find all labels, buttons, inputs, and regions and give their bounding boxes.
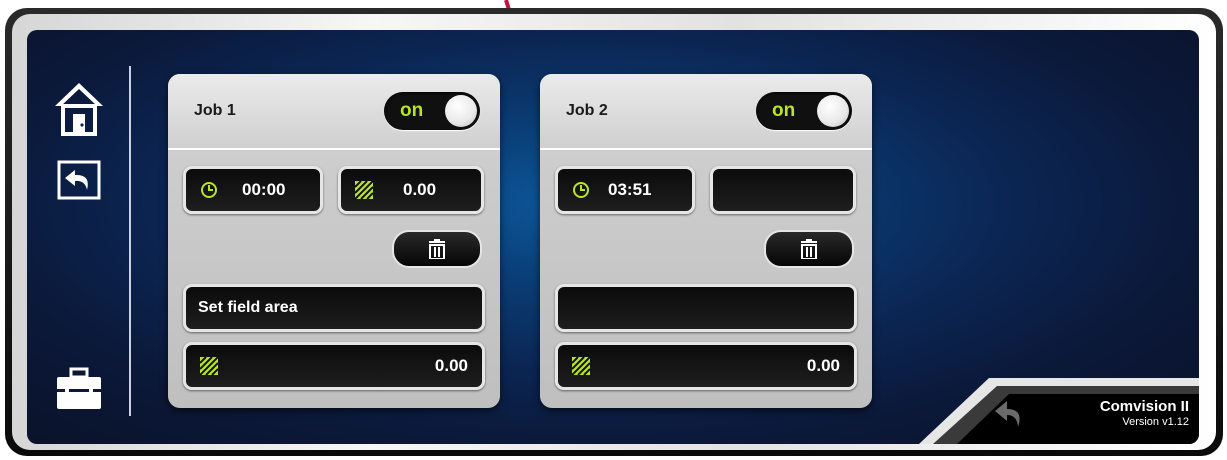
job-card-1: Job 1 on 00:00 0.00 Set field area 0.00 xyxy=(168,74,500,408)
job-area-display[interactable] xyxy=(710,166,856,214)
corner-back-arrow-icon[interactable] xyxy=(987,395,1031,435)
job-time-display[interactable]: 03:51 xyxy=(555,166,695,214)
main-screen: Job 1 on 00:00 0.00 Set field area 0.00 … xyxy=(27,30,1199,444)
home-icon[interactable] xyxy=(53,80,105,136)
job-title: Job 1 xyxy=(194,102,236,119)
field-area-button[interactable]: Set field area xyxy=(183,284,485,332)
clock-icon xyxy=(573,182,589,198)
toggle-knob xyxy=(445,95,477,127)
job-toggle[interactable]: on xyxy=(756,92,852,130)
job-time-display[interactable]: 00:00 xyxy=(183,166,323,214)
job-card-header: Job 1 on xyxy=(168,74,500,150)
job-card-2: Job 2 on 03:51 0.00 xyxy=(540,74,872,408)
toggle-label: on xyxy=(400,100,424,121)
job-title: Job 2 xyxy=(566,102,608,119)
field-area-label: Set field area xyxy=(198,299,298,316)
back-arrow-icon[interactable] xyxy=(57,160,101,200)
brand-name: Comvision II xyxy=(1099,398,1189,415)
total-area-display[interactable]: 0.00 xyxy=(555,342,857,390)
job-area-value: 0.00 xyxy=(403,180,437,199)
nav-divider xyxy=(129,66,131,416)
total-area-value: 0.00 xyxy=(806,356,840,375)
total-area-display[interactable]: 0.00 xyxy=(183,342,485,390)
area-hatch-icon xyxy=(355,181,373,199)
toggle-label: on xyxy=(772,100,796,121)
toggle-knob xyxy=(817,95,849,127)
area-hatch-icon xyxy=(572,357,590,375)
job-area-display[interactable]: 0.00 xyxy=(338,166,484,214)
brand-version: Version v1.12 xyxy=(1122,416,1189,428)
job-card-header: Job 2 on xyxy=(540,74,872,150)
trash-icon xyxy=(801,239,817,259)
toolbox-icon[interactable] xyxy=(55,365,103,411)
field-area-button[interactable] xyxy=(555,284,857,332)
delete-job-button[interactable] xyxy=(392,230,482,268)
job-time-value: 03:51 xyxy=(608,180,652,199)
delete-job-button[interactable] xyxy=(764,230,854,268)
job-time-value: 00:00 xyxy=(242,180,286,199)
clock-icon xyxy=(201,182,217,198)
job-toggle[interactable]: on xyxy=(384,92,480,130)
total-area-value: 0.00 xyxy=(434,356,468,375)
device-frame: Job 1 on 00:00 0.00 Set field area 0.00 … xyxy=(5,8,1223,456)
trash-icon xyxy=(429,239,445,259)
area-hatch-icon xyxy=(200,357,218,375)
